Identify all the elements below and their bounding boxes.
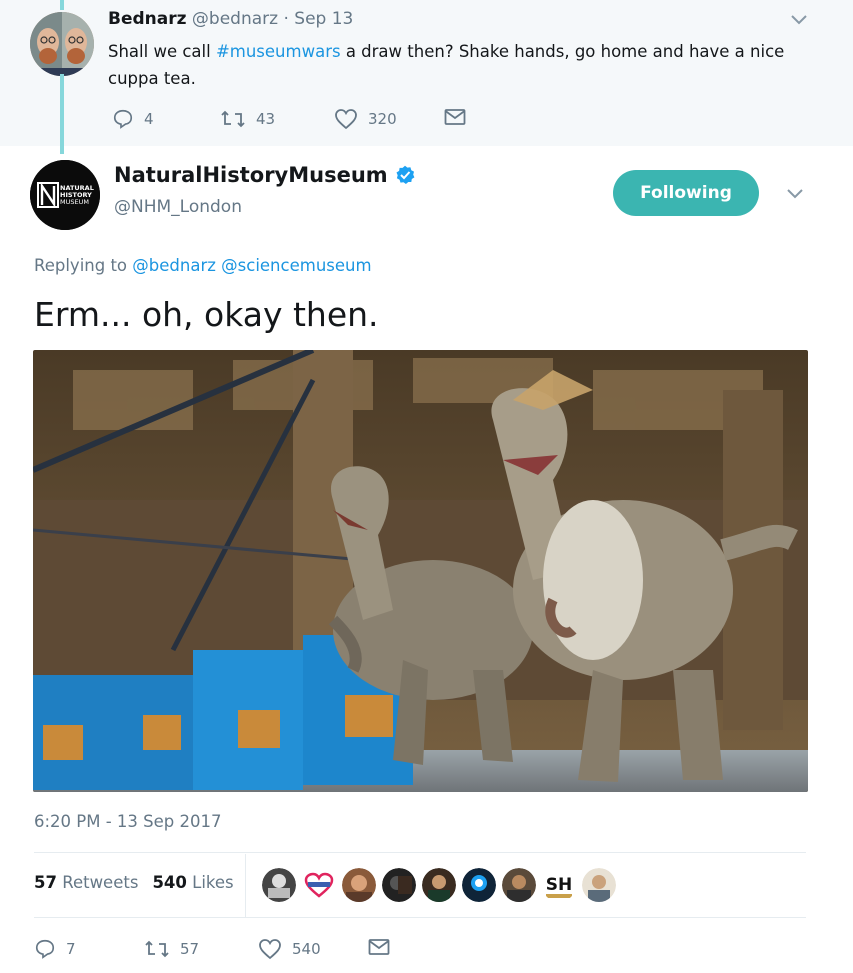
avatar[interactable] <box>422 868 456 902</box>
author-row: NaturalHistoryMuseum <box>114 163 415 187</box>
replying-to-label: Replying to <box>34 256 128 275</box>
like-button[interactable]: 540 <box>258 938 321 960</box>
following-button[interactable]: Following <box>613 170 759 216</box>
reply-button[interactable]: 4 <box>112 108 154 130</box>
avatar[interactable] <box>30 12 94 76</box>
chevron-down-icon[interactable] <box>790 14 808 26</box>
retweet-button[interactable]: 57 <box>144 938 199 960</box>
avatar[interactable]: NATURAL HISTORY MUSEUM <box>30 160 100 230</box>
avatar[interactable] <box>502 868 536 902</box>
chevron-down-icon[interactable] <box>786 188 804 200</box>
envelope-icon <box>368 939 390 955</box>
likes-stat[interactable]: 540 Likes <box>152 873 233 892</box>
liker-badge-text: SH <box>546 875 572 895</box>
verified-badge-icon <box>396 165 415 184</box>
reply-button[interactable]: 7 <box>34 938 76 960</box>
direct-message-button[interactable] <box>368 938 390 956</box>
tweet-text: Erm... oh, okay then. <box>34 295 379 334</box>
avatar[interactable] <box>382 868 416 902</box>
mention-link[interactable]: @sciencemuseum <box>221 256 371 275</box>
like-count: 540 <box>292 940 321 958</box>
parent-tweet-header: Bednarz @bednarz · Sep 13 <box>108 9 353 29</box>
reply-icon <box>35 939 55 959</box>
meta-separator: · <box>283 9 289 29</box>
retweets-label: Retweets <box>62 873 139 892</box>
hashtag-link[interactable]: #museumwars <box>216 42 341 61</box>
retweet-button[interactable]: 43 <box>220 108 275 130</box>
thread-connector <box>60 74 64 154</box>
avatar[interactable] <box>302 868 336 902</box>
like-count: 320 <box>368 110 397 128</box>
divider <box>34 917 806 918</box>
tweet-text: Shall we call #museumwars a draw then? S… <box>108 38 808 92</box>
reply-icon <box>113 109 133 129</box>
likes-label: Likes <box>192 873 234 892</box>
likes-count: 540 <box>152 873 187 892</box>
thread-connector-top <box>60 0 64 10</box>
like-button[interactable]: 320 <box>334 108 397 130</box>
envelope-icon <box>444 109 466 125</box>
retweet-count: 57 <box>180 940 200 958</box>
heart-icon <box>259 939 281 960</box>
heart-icon <box>335 109 357 130</box>
reply-count: 7 <box>66 940 76 958</box>
tweet-timestamp[interactable]: 6:20 PM - 13 Sep 2017 <box>34 812 222 831</box>
avatar[interactable] <box>342 868 376 902</box>
tweet-date[interactable]: Sep 13 <box>294 9 353 29</box>
avatar[interactable]: SH <box>542 868 576 902</box>
mention-link[interactable]: @bednarz <box>132 256 216 275</box>
logo-text-line: MUSEUM <box>60 198 89 206</box>
reply-count: 4 <box>144 110 154 128</box>
retweet-icon <box>221 110 245 128</box>
replying-to: Replying to @bednarz @sciencemuseum <box>34 256 372 275</box>
author-handle[interactable]: @NHM_London <box>114 197 242 217</box>
tweet-photo[interactable] <box>33 350 808 792</box>
avatar[interactable] <box>462 868 496 902</box>
parent-tweet[interactable]: Bednarz @bednarz · Sep 13 Shall we call … <box>0 0 853 154</box>
author-name[interactable]: Bednarz <box>108 9 187 29</box>
dinosaur-photo-icon <box>33 350 808 792</box>
retweet-count: 43 <box>256 110 276 128</box>
retweet-icon <box>145 940 169 958</box>
direct-message-button[interactable] <box>444 108 466 126</box>
retweets-count: 57 <box>34 873 57 892</box>
stats-divider <box>245 854 246 918</box>
tweet-text-part: Shall we call <box>108 42 216 61</box>
author-handle[interactable]: @bednarz <box>192 9 278 29</box>
divider <box>34 852 806 853</box>
avatar[interactable] <box>262 868 296 902</box>
retweets-stat[interactable]: 57 Retweets <box>34 873 138 892</box>
engagement-stats: 57 Retweets 540 Likes <box>34 873 234 892</box>
avatar[interactable] <box>582 868 616 902</box>
author-name[interactable]: NaturalHistoryMuseum <box>114 163 388 187</box>
